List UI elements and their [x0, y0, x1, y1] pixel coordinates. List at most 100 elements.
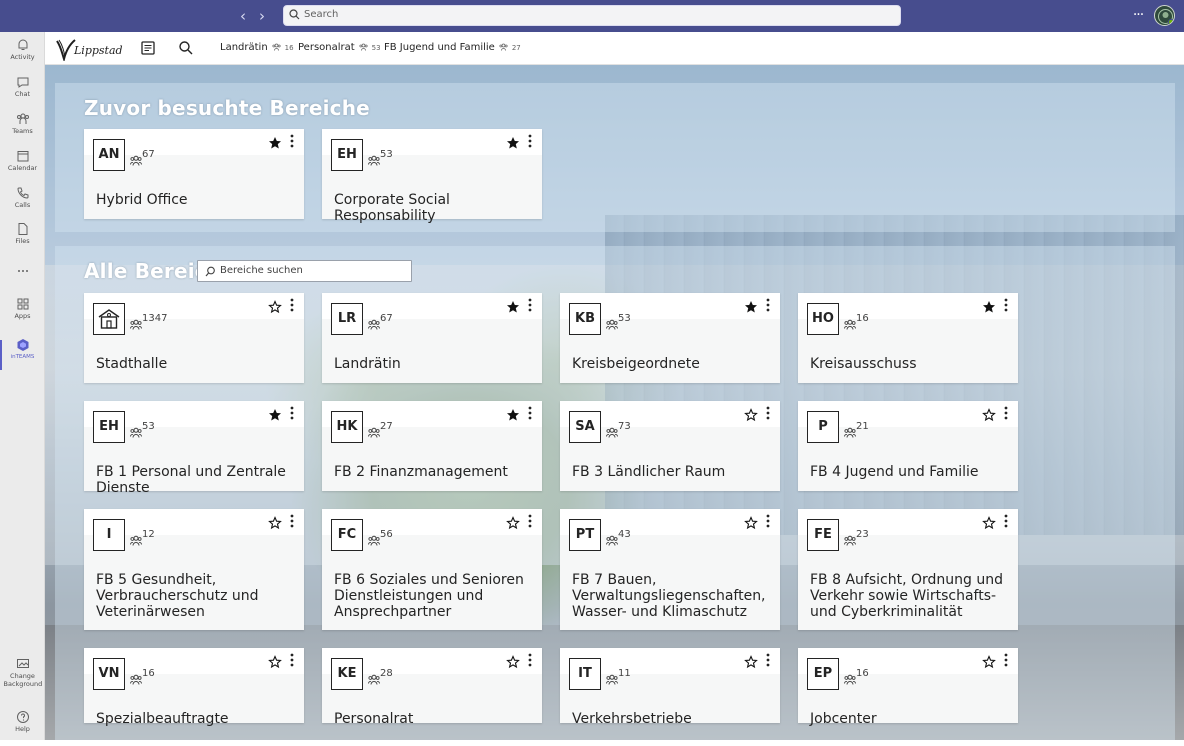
- area-name: Personalrat: [334, 711, 414, 727]
- rail-item-more[interactable]: [0, 264, 45, 300]
- tab-fb-jugend-und-familie[interactable]: FB Jugend und Familie 27: [384, 42, 521, 53]
- favorite-star-filled-icon[interactable]: [268, 407, 282, 421]
- card-more-options-icon[interactable]: [287, 653, 297, 669]
- rail-item-teams[interactable]: Teams: [0, 112, 45, 148]
- rail-item-chat[interactable]: Chat: [0, 75, 45, 111]
- rail-item-apps[interactable]: Apps: [0, 297, 45, 333]
- area-card[interactable]: EH 53 FB 1 Personal und Zentrale Dienste: [84, 401, 304, 496]
- lippstadt-logo[interactable]: Lippstadt: [55, 37, 123, 61]
- card-more-options-icon[interactable]: [1001, 514, 1011, 530]
- area-card[interactable]: P 21 FB 4 Jugend und Familie: [798, 401, 1018, 491]
- favorite-star-icon[interactable]: [268, 654, 282, 669]
- card-more-options-icon[interactable]: [287, 406, 297, 422]
- area-card[interactable]: VN 16 Spezialbeauftragte: [84, 648, 304, 727]
- rail-item-files[interactable]: Files: [0, 222, 45, 258]
- rail-item-calendar[interactable]: Calendar: [0, 149, 45, 185]
- rail-item-activity[interactable]: Activity: [0, 38, 45, 74]
- member-count: 23: [856, 529, 869, 540]
- rail-item-help[interactable]: Help: [0, 710, 45, 746]
- area-card[interactable]: SA 73 FB 3 Ländlicher Raum: [560, 401, 780, 491]
- area-card[interactable]: I 12 FB 5 Gesundheit, Verbraucherschutz un…: [84, 509, 304, 630]
- area-card[interactable]: FC 56 FB 6 Soziales und Senioren Dienstlei…: [322, 509, 542, 630]
- area-card[interactable]: PT 43 FB 7 Bauen, Verwaltungsliegenschafte…: [560, 509, 780, 630]
- area-card[interactable]: EP 16 Jobcenter: [798, 648, 1018, 727]
- tab-label: Landrätin: [220, 42, 268, 53]
- favorite-star-icon[interactable]: [744, 407, 758, 422]
- card-more-options-icon[interactable]: [525, 134, 535, 150]
- news-icon[interactable]: [140, 40, 156, 56]
- card-more-options-icon[interactable]: [525, 653, 535, 669]
- member-count: 16: [856, 668, 869, 679]
- global-search-input[interactable]: Search: [283, 5, 901, 26]
- app-header: [45, 32, 1184, 65]
- favorite-star-filled-icon[interactable]: [506, 407, 520, 421]
- card-more-options-icon[interactable]: [763, 298, 773, 314]
- area-card[interactable]: AN 67 Hybrid Office: [84, 129, 304, 219]
- members-icon: [499, 43, 508, 51]
- card-more-options-icon[interactable]: [763, 653, 773, 669]
- area-card[interactable]: IT 11 Verkehrsbetriebe: [560, 648, 780, 727]
- area-card[interactable]: FE 23 FB 8 Aufsicht, Ordnung und Verkehr s…: [798, 509, 1018, 630]
- more-options-button[interactable]: ···: [1130, 5, 1146, 25]
- card-more-options-icon[interactable]: [763, 514, 773, 530]
- card-more-options-icon[interactable]: [1001, 653, 1011, 669]
- card-more-options-icon[interactable]: [287, 514, 297, 530]
- favorite-star-icon[interactable]: [744, 654, 758, 669]
- member-count: 53: [380, 149, 393, 160]
- forward-arrow-icon[interactable]: ›: [253, 6, 271, 26]
- members-icon: [130, 423, 142, 442]
- search-icon[interactable]: [178, 40, 194, 56]
- areas-search-input[interactable]: Bereiche suchen: [197, 260, 412, 282]
- favorite-star-filled-icon[interactable]: [982, 299, 996, 313]
- area-card[interactable]: HK 27 FB 2 Finanzmanagement: [322, 401, 542, 491]
- favorite-star-filled-icon[interactable]: [506, 135, 520, 149]
- bell-icon: [18, 39, 27, 50]
- area-abbreviation: EH: [93, 411, 125, 443]
- favorite-star-icon[interactable]: [506, 654, 520, 669]
- member-count: 53: [618, 313, 631, 324]
- area-abbreviation: VN: [93, 658, 125, 690]
- area-card[interactable]: KB 53 Kreisbeigeordnete: [560, 293, 780, 383]
- card-more-options-icon[interactable]: [1001, 406, 1011, 422]
- area-card[interactable]: LR 67 Landrätin: [322, 293, 542, 383]
- area-name: FB 4 Jugend und Familie: [810, 464, 979, 480]
- card-more-options-icon[interactable]: [287, 298, 297, 314]
- card-more-options-icon[interactable]: [1001, 298, 1011, 314]
- favorite-star-icon[interactable]: [268, 299, 282, 314]
- user-avatar[interactable]: [1154, 5, 1175, 26]
- area-card[interactable]: EH 53 Corporate Social Responsability: [322, 129, 542, 224]
- area-abbreviation: AN: [93, 139, 125, 171]
- rail-item-inteams[interactable]: inTEAMS: [0, 338, 45, 374]
- favorite-star-filled-icon[interactable]: [506, 299, 520, 313]
- area-abbreviation: FE: [807, 519, 839, 551]
- card-more-options-icon[interactable]: [525, 406, 535, 422]
- more-icon: [17, 270, 28, 272]
- area-card[interactable]: KE 28 Personalrat: [322, 648, 542, 727]
- favorite-star-icon[interactable]: [506, 515, 520, 530]
- favorite-star-filled-icon[interactable]: [744, 299, 758, 313]
- rail-item-change-background[interactable]: Change Background: [0, 657, 45, 697]
- member-count: 12: [142, 529, 155, 540]
- tab-personalrat[interactable]: Personalrat 53: [298, 42, 381, 53]
- favorite-star-icon[interactable]: [982, 407, 996, 422]
- area-abbreviation: KB: [569, 303, 601, 335]
- area-abbreviation: I: [93, 519, 125, 551]
- app-rail: Activity Chat Teams Calendar Calls Files…: [0, 32, 45, 740]
- help-icon: [16, 711, 29, 723]
- tab-landraetin[interactable]: Landrätin 16: [220, 42, 294, 53]
- area-card[interactable]: HO 16 Kreisausschuss: [798, 293, 1018, 383]
- favorite-star-filled-icon[interactable]: [268, 135, 282, 149]
- favorite-star-icon[interactable]: [982, 654, 996, 669]
- card-more-options-icon[interactable]: [287, 134, 297, 150]
- rail-item-calls[interactable]: Calls: [0, 186, 45, 222]
- favorite-star-icon[interactable]: [268, 515, 282, 530]
- card-more-options-icon[interactable]: [525, 298, 535, 314]
- members-icon: [130, 531, 142, 550]
- favorite-star-icon[interactable]: [982, 515, 996, 530]
- card-more-options-icon[interactable]: [525, 514, 535, 530]
- area-card[interactable]: 1347 Stadthalle: [84, 293, 304, 383]
- back-arrow-icon[interactable]: ‹: [234, 6, 252, 26]
- area-abbreviation: FC: [331, 519, 363, 551]
- favorite-star-icon[interactable]: [744, 515, 758, 530]
- card-more-options-icon[interactable]: [763, 406, 773, 422]
